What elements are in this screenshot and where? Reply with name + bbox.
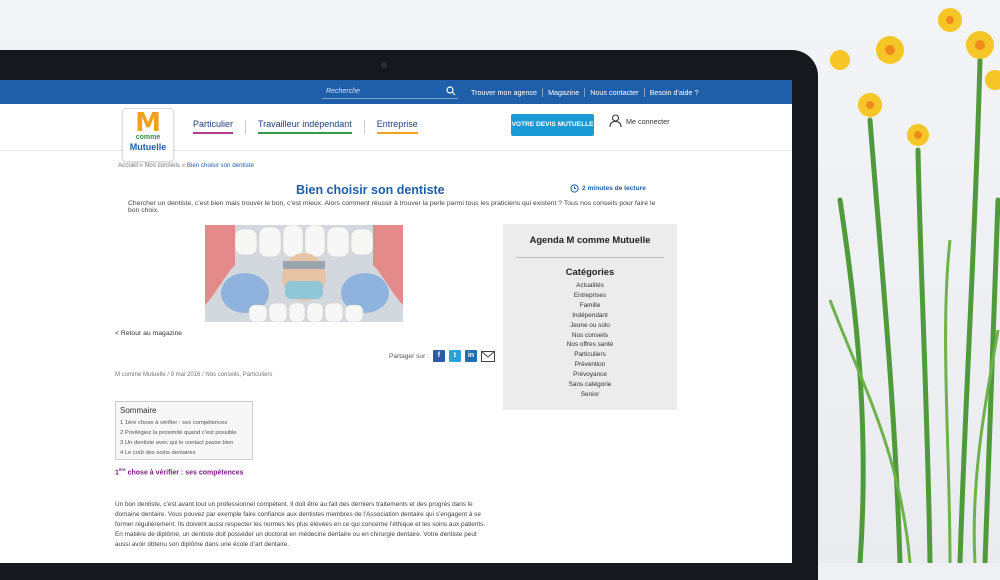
breadcrumb-home[interactable]: Accueil xyxy=(118,162,138,169)
email-icon[interactable] xyxy=(480,350,495,362)
category-link[interactable]: Particuliers xyxy=(503,350,677,360)
body-line: Un bon dentiste, c’est avant tout un pro… xyxy=(115,501,473,508)
category-link[interactable]: Famille xyxy=(503,301,677,311)
category-link[interactable]: Entreprises xyxy=(503,291,677,301)
category-link[interactable]: Indépendant xyxy=(503,311,677,321)
nav-divider xyxy=(363,120,365,134)
user-icon xyxy=(609,114,622,128)
dentist-hero-image xyxy=(205,225,403,322)
search-input[interactable]: Recherche xyxy=(322,84,458,99)
site-header: M comme Mutuelle Particulier Travailleur… xyxy=(0,104,792,162)
link-help[interactable]: Besoin d'aide ? xyxy=(645,88,704,97)
body-line: En matière de diplôme, un dentiste doit … xyxy=(115,531,477,538)
category-link[interactable]: Sans catégorie xyxy=(503,380,677,390)
body-line: domaine dentaire. Vous pouvez par exempl… xyxy=(115,511,481,518)
category-link[interactable]: Nos conseils xyxy=(503,331,677,341)
read-time: 2 minutes de lecture xyxy=(570,184,646,193)
category-link[interactable]: Senior xyxy=(503,390,677,400)
nav-travailleur[interactable]: Travailleur indépendant xyxy=(258,119,352,134)
nav-divider xyxy=(245,120,247,134)
search-icon[interactable] xyxy=(446,86,456,96)
back-to-magazine-link[interactable]: < Retour au magazine xyxy=(115,330,182,337)
daffodil-flowers xyxy=(828,8,1000,563)
login-link[interactable]: Me connecter xyxy=(609,114,670,128)
nav-entreprise[interactable]: Entreprise xyxy=(376,119,418,134)
browser-screen: Recherche Trouver mon agence Magazine No… xyxy=(0,80,792,563)
main-nav: Particulier Travailleur indépendant Entr… xyxy=(193,119,418,134)
toc-title: Sommaire xyxy=(120,406,157,415)
category-link[interactable]: Nos offres santé xyxy=(503,340,677,350)
nav-particulier[interactable]: Particulier xyxy=(193,119,234,134)
top-links: Trouver mon agence Magazine Nous contact… xyxy=(466,80,704,104)
category-link[interactable]: Prévoyance xyxy=(503,370,677,380)
categories-list: Actualités Entreprises Famille Indépenda… xyxy=(503,281,677,400)
site-logo[interactable]: M comme Mutuelle xyxy=(122,108,174,162)
sidebar-divider xyxy=(516,257,664,258)
article-intro: Chercher un dentiste, c’est bien mais tr… xyxy=(128,200,656,214)
twitter-icon[interactable]: t xyxy=(448,350,461,362)
devis-button[interactable]: VOTRE DEVIS MUTUELLE xyxy=(511,114,594,136)
section-heading: 1ère chose à vérifier : ses compétences xyxy=(115,467,244,477)
category-link[interactable]: Actualités xyxy=(503,281,677,291)
link-magazine[interactable]: Magazine xyxy=(543,87,586,97)
article-meta: M comme Mutuelle / 9 mai 2016 / Nos cons… xyxy=(115,372,273,378)
breadcrumb: Accueil » Nos conseils » Bien choisir so… xyxy=(118,162,254,169)
breadcrumb-current: Bien choisir son dentiste xyxy=(186,162,254,169)
clock-icon xyxy=(570,184,579,193)
body-line: aussi avoir obtenu son diplôme dans une … xyxy=(115,541,290,548)
page-title: Bien choisir son dentiste xyxy=(296,183,445,197)
sidebar: Agenda M comme Mutuelle Catégories Actua… xyxy=(503,224,677,410)
category-link[interactable]: Prévention xyxy=(503,360,677,370)
link-find-agency[interactable]: Trouver mon agence xyxy=(466,87,544,97)
toc-item[interactable]: 3 Un dentiste avec qui le contact passe … xyxy=(120,438,248,448)
toc-item[interactable]: 1 1ère chose à vérifier : ses compétence… xyxy=(120,418,248,428)
article-body: Un bon dentiste, c’est avant tout un pro… xyxy=(115,500,495,550)
top-bar: Recherche Trouver mon agence Magazine No… xyxy=(0,80,792,104)
breadcrumb-section[interactable]: Nos conseils xyxy=(145,162,180,169)
share-bar: Partager sur : f t in xyxy=(389,350,495,362)
webcam xyxy=(381,62,387,68)
linkedin-icon[interactable]: in xyxy=(464,350,477,362)
sidebar-agenda-title[interactable]: Agenda M comme Mutuelle xyxy=(503,234,677,245)
categories-title: Catégories xyxy=(565,266,615,277)
link-contact[interactable]: Nous contacter xyxy=(585,87,645,97)
toc-item[interactable]: 2 Privilégiez la proximité quand c’est p… xyxy=(120,428,248,438)
toc-item[interactable]: 4 Le coût des soins dentaires xyxy=(120,448,248,458)
category-link[interactable]: Jeune ou solo xyxy=(503,321,677,331)
body-line: former régulièrement. Ils doivent aussi … xyxy=(115,521,486,528)
facebook-icon[interactable]: f xyxy=(432,350,445,362)
table-of-contents: Sommaire 1 1ère chose à vérifier : ses c… xyxy=(115,401,253,460)
